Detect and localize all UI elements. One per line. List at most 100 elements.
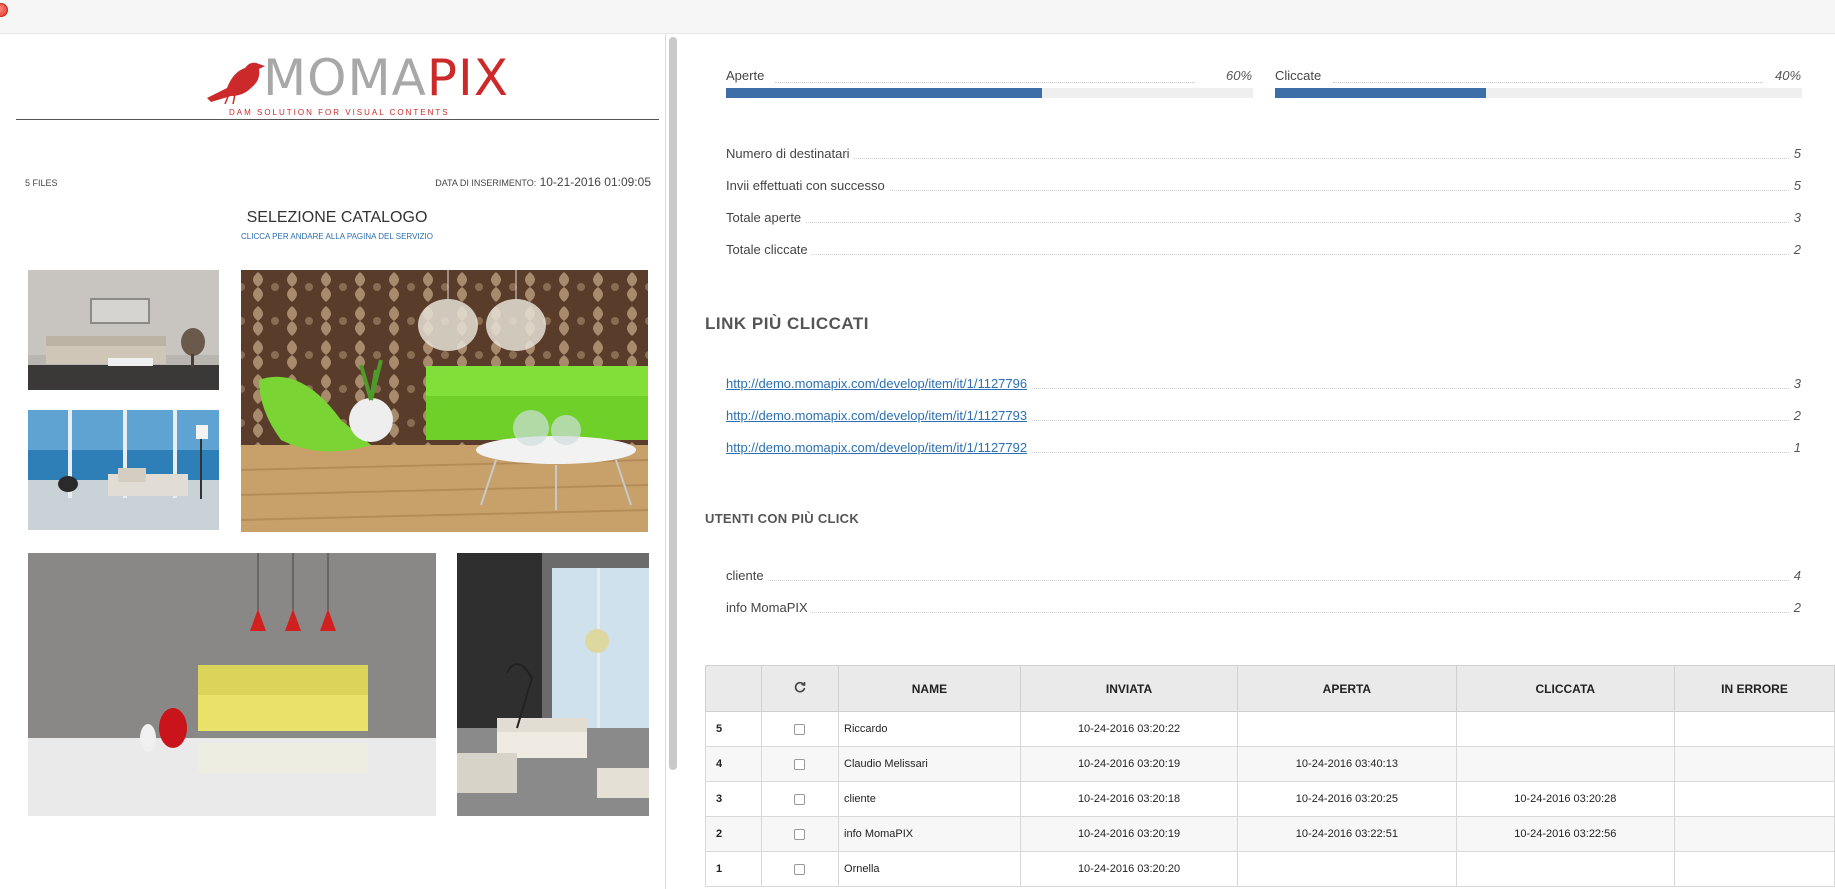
recipient-name: Claudio Melissari	[838, 746, 1021, 782]
errore-date	[1674, 711, 1835, 747]
bar-pct-cliccate: 40%	[1775, 68, 1802, 83]
table-row[interactable]: 4 Claudio Melissari 10-24-2016 03:20:19 …	[705, 746, 1835, 782]
row-index: 2	[705, 816, 762, 852]
insertion-date: Data di inserimento: 10-21-2016 01:09:05	[435, 175, 651, 189]
row-index: 5	[705, 711, 762, 747]
recipient-name: info MomaPIX	[838, 816, 1021, 852]
user-name: cliente	[726, 568, 768, 583]
row-checkbox[interactable]	[794, 723, 806, 735]
stat-row: Numero di destinatari 5	[726, 146, 1801, 164]
errore-date	[1674, 781, 1835, 817]
recipients-table: NAME INVIATA APERTA CLICCATA IN ERRORE 5…	[705, 665, 1835, 887]
clicked-link[interactable]: http://demo.momapix.com/develop/item/it/…	[726, 440, 1027, 455]
catalog-image-2[interactable]	[28, 410, 219, 530]
link-row: http://demo.momapix.com/develop/item/it/…	[726, 408, 1801, 426]
cliccata-date	[1455, 711, 1676, 747]
stat-label: Totale aperte	[726, 210, 806, 225]
stat-value: 2	[1789, 242, 1801, 257]
progress-fill-cliccate	[1275, 88, 1486, 98]
table-row[interactable]: 3 cliente 10-24-2016 03:20:18 10-24-2016…	[705, 781, 1835, 817]
email-preview-scrollbar[interactable]	[669, 37, 677, 770]
insertion-date-label: Data di inserimento:	[435, 178, 537, 188]
momapix-logo: MOMAPIX DAM SOLUTION FOR VISUAL CONTENTS	[205, 46, 508, 117]
clicked-link[interactable]: http://demo.momapix.com/develop/item/it/…	[726, 376, 1027, 391]
row-index: 4	[705, 746, 762, 782]
catalog-image-5[interactable]	[457, 553, 649, 816]
table-row[interactable]: 1 Ornella 10-24-2016 03:20:20	[705, 851, 1835, 887]
files-count: 5 files	[25, 178, 58, 188]
cliccata-date	[1455, 746, 1676, 782]
catalog-image-1[interactable]	[28, 270, 219, 390]
row-checkbox[interactable]	[794, 793, 806, 805]
inviata-date: 10-24-2016 03:20:22	[1019, 711, 1239, 747]
link-count: 1	[1789, 440, 1801, 455]
logo-tagline: DAM SOLUTION FOR VISUAL CONTENTS	[229, 108, 450, 117]
users-section-title: UTENTI CON PIÙ CLICK	[705, 511, 860, 526]
stat-row: Invii effettuati con successo 5	[726, 178, 1801, 196]
recipient-name: Ornella	[838, 851, 1021, 887]
logo-wordmark: MOMAPIX	[263, 49, 509, 107]
errore-date	[1674, 816, 1835, 852]
refresh-icon[interactable]	[793, 680, 807, 694]
table-row[interactable]: 5 Riccardo 10-24-2016 03:20:22	[705, 711, 1835, 747]
stat-value: 5	[1789, 178, 1801, 193]
inviata-date: 10-24-2016 03:20:18	[1019, 781, 1239, 817]
recipient-name: Riccardo	[838, 711, 1021, 747]
clicked-link[interactable]: http://demo.momapix.com/develop/item/it/…	[726, 408, 1027, 423]
stat-value: 5	[1789, 146, 1801, 161]
bar-label-cliccate: Cliccate	[1275, 68, 1322, 83]
user-row: info MomaPIX 2	[726, 600, 1801, 618]
catalog-title: SELEZIONE CATALOGO	[246, 209, 428, 226]
col-header-aperta[interactable]: APERTA	[1237, 665, 1457, 712]
aperta-date	[1237, 851, 1457, 887]
link-row: http://demo.momapix.com/develop/item/it/…	[726, 376, 1801, 394]
col-header-refresh[interactable]	[760, 665, 840, 712]
bar-label-aperte: Aperte	[726, 68, 765, 83]
progress-bar-cliccate	[1275, 88, 1802, 98]
catalog-service-link[interactable]: clicca per andare alla pagina del serviz…	[9, 232, 665, 241]
aperta-date: 10-24-2016 03:20:25	[1237, 781, 1457, 817]
cliccata-date: 10-24-2016 03:22:56	[1455, 816, 1676, 852]
catalog-image-3[interactable]	[241, 270, 648, 532]
row-index: 1	[705, 851, 762, 887]
errore-date	[1674, 746, 1835, 782]
close-window-icon[interactable]	[0, 3, 8, 17]
link-count: 2	[1789, 408, 1801, 423]
stat-label: Numero di destinatari	[726, 146, 854, 161]
col-header-in-errore[interactable]: IN ERRORE	[1674, 665, 1835, 712]
aperta-date: 10-24-2016 03:40:13	[1237, 746, 1457, 782]
stat-row: Totale cliccate 2	[726, 242, 1801, 260]
aperta-date	[1237, 711, 1457, 747]
inviata-date: 10-24-2016 03:20:20	[1019, 851, 1239, 887]
progress-fill-aperte	[726, 88, 1043, 98]
col-header-cliccata[interactable]: CLICCATA	[1455, 665, 1676, 712]
inviata-date: 10-24-2016 03:20:19	[1019, 816, 1239, 852]
bar-dots	[1333, 81, 1763, 83]
aperta-date: 10-24-2016 03:22:51	[1237, 816, 1457, 852]
table-row[interactable]: 2 info MomaPIX 10-24-2016 03:20:19 10-24…	[705, 816, 1835, 852]
row-checkbox[interactable]	[794, 758, 806, 770]
insertion-date-value: 10-21-2016 01:09:05	[539, 175, 651, 189]
row-checkbox[interactable]	[794, 863, 806, 875]
stat-value: 3	[1789, 210, 1801, 225]
window-titlebar	[0, 0, 1835, 34]
stat-row: Totale aperte 3	[726, 210, 1801, 228]
header-divider	[16, 119, 659, 120]
links-section-title: LINK PIÙ CLICCATI	[705, 314, 870, 333]
col-header-name[interactable]: NAME	[838, 665, 1021, 712]
col-header-inviata[interactable]: INVIATA	[1019, 665, 1239, 712]
cliccata-date: 10-24-2016 03:20:28	[1455, 781, 1676, 817]
catalog-image-4[interactable]	[28, 553, 436, 816]
row-checkbox[interactable]	[794, 828, 806, 840]
link-row: http://demo.momapix.com/develop/item/it/…	[726, 440, 1801, 458]
user-click-count: 2	[1789, 600, 1801, 615]
errore-date	[1674, 851, 1835, 887]
user-name: info MomaPIX	[726, 600, 812, 615]
stat-label: Totale cliccate	[726, 242, 812, 257]
recipient-name: cliente	[838, 781, 1021, 817]
cliccata-date	[1455, 851, 1676, 887]
table-header-row: NAME INVIATA APERTA CLICCATA IN ERRORE	[705, 665, 1835, 712]
bar-pct-aperte: 60%	[1226, 68, 1253, 83]
email-preview-pane: MOMAPIX DAM SOLUTION FOR VISUAL CONTENTS…	[9, 34, 666, 889]
col-header-index	[705, 665, 762, 712]
